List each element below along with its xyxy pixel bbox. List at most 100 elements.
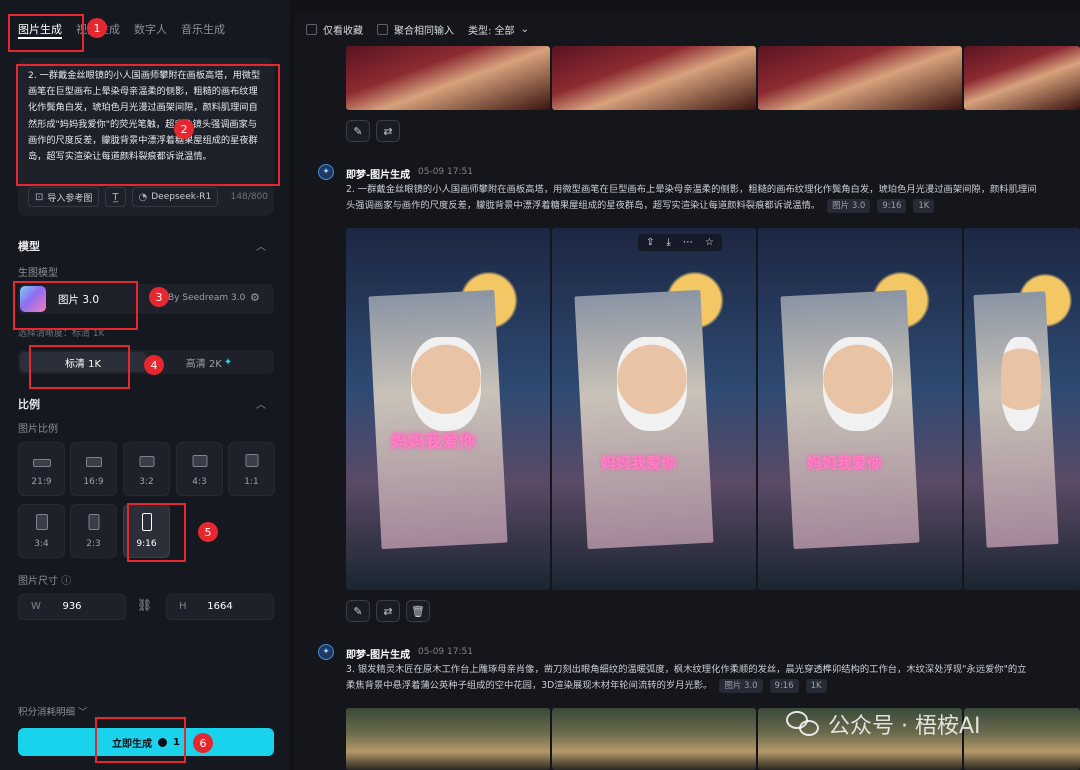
result-image[interactable]: 妈妈我爱你 — [346, 228, 550, 590]
ratio-3-2[interactable]: 3:2 — [123, 442, 170, 496]
link-chain-icon[interactable]: ⛓ — [137, 598, 152, 612]
chevron-up-icon[interactable]: ︿ — [256, 238, 266, 253]
whale-icon: ◔ — [138, 191, 148, 203]
post-author: 即梦-图片生成 — [346, 650, 411, 661]
type-filter-dropdown[interactable]: 类型: 全部 ⌄ — [468, 22, 529, 37]
sparkle-icon: ✦ — [223, 356, 233, 368]
result-image[interactable] — [758, 46, 962, 110]
result-image[interactable] — [552, 46, 756, 110]
ratio-2-3[interactable]: 2:3 — [70, 504, 117, 558]
mother-portrait — [617, 336, 687, 431]
only-favorites-label: 仅看收藏 — [323, 26, 363, 37]
ratio-3-4[interactable]: 3:4 — [18, 504, 65, 558]
result-image[interactable] — [346, 46, 550, 110]
mother-portrait — [1001, 336, 1041, 431]
result-image[interactable] — [552, 708, 756, 770]
post-prompt-text: 柔焦背景中悬浮着蒲公英种子组成的空中花园，3D渲染展现木材年轮间流转的岁月光影。 — [346, 680, 713, 691]
height-input[interactable]: H 1664 — [166, 594, 274, 620]
chevron-down-icon: ﹀ — [78, 707, 88, 718]
model-sub-label: 生图模型 — [18, 268, 58, 279]
ratio-tag: 9:16 — [769, 679, 799, 693]
result-image[interactable] — [964, 708, 1080, 770]
ratio-tag: 9:16 — [877, 199, 907, 213]
type-filter-label: 类型: 全部 — [468, 26, 515, 37]
ratio-21-9[interactable]: 21:9 — [18, 442, 65, 496]
share-icon[interactable]: ⇪ — [646, 237, 654, 248]
info-icon[interactable]: ⓘ — [61, 576, 71, 587]
char-counter: 148/800 — [230, 192, 268, 202]
ratio-shape-icon — [35, 514, 48, 530]
callout-badge-1: 1 — [87, 18, 107, 38]
width-input[interactable]: W 936 — [18, 594, 126, 620]
resolution-2k-label: 高清 2K — [185, 358, 222, 370]
height-value: 1664 — [207, 601, 233, 612]
model-tag: 图片 3.0 — [719, 679, 763, 693]
chevron-down-icon: ⌄ — [520, 24, 529, 35]
checkbox-icon — [377, 24, 388, 35]
merge-same-input-checkbox[interactable]: 聚合相同输入 — [377, 22, 454, 37]
callout-box-2 — [16, 64, 280, 186]
image-upload-icon: ⊡ — [35, 191, 44, 203]
settings-sliders-icon[interactable]: ⚙ — [250, 291, 260, 304]
checkbox-icon — [306, 24, 317, 35]
resolution-tag: 1K — [805, 679, 827, 693]
text-style-button[interactable]: T̲ — [105, 187, 126, 207]
chevron-up-icon[interactable]: ︿ — [256, 396, 266, 411]
result-image-hovered[interactable]: 妈妈我爱你 ⇪ ⤓ ⋯ ☆ — [552, 228, 756, 590]
ratio-shape-icon — [85, 457, 102, 467]
mother-portrait — [823, 336, 893, 431]
watermark-text: 公众号 · 梧桉AI — [828, 714, 981, 739]
post-prompt-line-2: 头强调画家与画作的尺度反差，朦胧背景中漂浮着糖果屋组成的星夜群岛，超写实渲染让每… — [346, 198, 1076, 214]
image-caption: 妈妈我爱你 — [390, 432, 476, 453]
callout-box-4 — [29, 345, 130, 389]
resolution-tag: 1K — [913, 199, 935, 213]
resolution-2k[interactable]: 高清 2K ✦ — [146, 352, 272, 372]
callout-badge-6: 6 — [193, 733, 213, 753]
ratio-4-3[interactable]: 4:3 — [176, 442, 223, 496]
post-prompt-line: 3. 银发精灵木匠在原木工作台上雕琢母亲肖像，凿刀刻出眼角细纹的温暖弧度，枫木纹… — [346, 664, 1027, 675]
ratio-1-1[interactable]: 1:1 — [228, 442, 275, 496]
download-icon[interactable]: ⤓ — [666, 237, 670, 248]
import-reference-button[interactable]: ⊡ 导入参考图 — [28, 187, 100, 207]
image-caption: 妈妈我爱你 — [600, 454, 676, 473]
ratio-label: 3:4 — [34, 539, 49, 549]
cost-details[interactable]: 积分消耗明细 ﹀ — [18, 704, 88, 718]
delete-trash-icon[interactable]: 🗑 — [406, 600, 430, 622]
regenerate-icon[interactable]: ⇄ — [376, 120, 400, 142]
edit-pencil-icon[interactable]: ✎ — [346, 120, 370, 142]
favorite-star-icon[interactable]: ☆ — [705, 237, 714, 248]
results-feed: 仅看收藏 聚合相同输入 类型: 全部 ⌄ ✎ ⇄ ✦ 即梦-图片生成 05-09… — [294, 10, 1080, 770]
result-image[interactable]: 妈妈我爱你 — [758, 228, 962, 590]
ratio-sub-label: 图片比例 — [18, 424, 58, 435]
tab-digital-human[interactable]: 数字人 — [134, 21, 167, 39]
prompt-toolbar: ⊡ 导入参考图 T̲ ◔ Deepseek-R1 148/800 — [28, 186, 268, 208]
model-tag: 图片 3.0 — [827, 199, 871, 213]
size-label-text: 图片尺寸 — [18, 576, 58, 587]
ratio-16-9[interactable]: 16:9 — [70, 442, 117, 496]
callout-box-6 — [95, 717, 186, 763]
callout-box-1 — [8, 14, 84, 52]
callout-badge-5: 5 — [198, 522, 218, 542]
dreamina-avatar: ✦ — [318, 164, 334, 180]
ratio-shape-icon — [245, 454, 258, 467]
result-image[interactable] — [964, 228, 1080, 590]
regenerate-icon[interactable]: ⇄ — [376, 600, 400, 622]
tab-music-gen[interactable]: 音乐生成 — [181, 21, 225, 39]
ratio-label: 21:9 — [31, 477, 52, 487]
only-favorites-checkbox[interactable]: 仅看收藏 — [306, 22, 363, 37]
image-caption: 妈妈我爱你 — [806, 454, 882, 473]
merge-label: 聚合相同输入 — [394, 26, 454, 37]
feed-filters: 仅看收藏 聚合相同输入 类型: 全部 ⌄ — [306, 22, 529, 37]
model-section-title: 模型 — [18, 240, 40, 253]
image-hover-toolbar: ⇪ ⤓ ⋯ ☆ — [638, 234, 722, 251]
edit-pencil-icon[interactable]: ✎ — [346, 600, 370, 622]
post-author: 即梦-图片生成 — [346, 170, 411, 181]
wechat-watermark: 公众号 · 梧桉AI — [786, 708, 981, 740]
ratio-shape-icon — [88, 514, 99, 530]
wechat-logo-icon — [786, 711, 820, 737]
post-time: 05-09 17:51 — [418, 167, 473, 177]
result-image[interactable] — [346, 708, 550, 770]
more-icon[interactable]: ⋯ — [683, 237, 693, 248]
deepseek-button[interactable]: ◔ Deepseek-R1 — [131, 187, 219, 207]
result-image[interactable] — [964, 46, 1080, 110]
